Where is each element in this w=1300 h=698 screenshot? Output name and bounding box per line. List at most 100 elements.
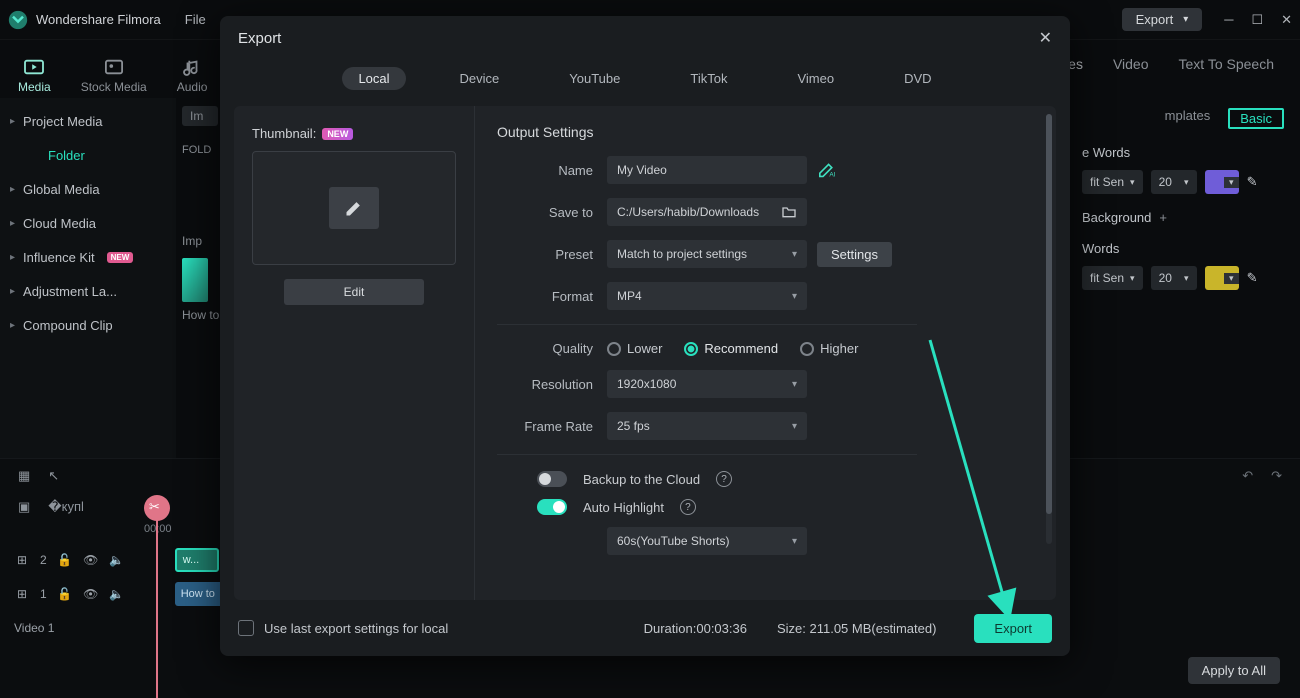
backup-cloud-label: Backup to the Cloud	[583, 472, 700, 487]
divider	[497, 324, 917, 325]
close-icon[interactable]: ✕	[1281, 12, 1292, 28]
tab-device[interactable]: Device	[444, 67, 516, 90]
sidebar-cloud-media[interactable]: ▸Cloud Media	[0, 206, 176, 240]
size-select-1[interactable]: 20▾	[1151, 170, 1197, 194]
tool-marker-icon[interactable]: ▣	[18, 499, 30, 515]
color-swatch-1[interactable]: ▾	[1205, 170, 1239, 194]
dialog-close-icon[interactable]: ✕	[1039, 28, 1052, 48]
export-button[interactable]: Export	[974, 614, 1052, 643]
mute-icon[interactable]: 🔈	[109, 553, 125, 567]
tab-youtube[interactable]: YouTube	[553, 67, 636, 90]
sidebar-compound-clip[interactable]: ▸Compound Clip	[0, 308, 176, 342]
framerate-label: Frame Rate	[497, 419, 607, 434]
use-last-label: Use last export settings for local	[264, 621, 448, 636]
text-track-icon: ⊞	[14, 553, 30, 567]
ai-pencil-icon[interactable]: AI	[817, 162, 837, 178]
auto-highlight-label: Auto Highlight	[583, 500, 664, 515]
backup-cloud-toggle[interactable]	[537, 471, 567, 487]
tab-templates-suffix[interactable]: mplates	[1165, 108, 1211, 129]
name-input[interactable]: My Video	[607, 156, 807, 184]
clip-w[interactable]: w...	[175, 548, 219, 572]
tab-tts[interactable]: Text To Speech	[1179, 56, 1274, 72]
audio-icon	[181, 58, 203, 76]
tab-dvd[interactable]: DVD	[888, 67, 947, 90]
mute-icon[interactable]: 🔈	[109, 587, 125, 601]
tool-link-icon[interactable]: �купl	[48, 499, 84, 515]
font-select-1[interactable]: fit Sen▾	[1082, 170, 1143, 194]
thumb-1[interactable]	[182, 258, 208, 302]
tab-es[interactable]: es	[1068, 56, 1083, 72]
new-badge: NEW	[322, 128, 353, 140]
tool-grid-icon[interactable]: ▦	[18, 468, 30, 484]
format-select[interactable]: MP4▾	[607, 282, 807, 310]
resolution-select[interactable]: 1920x1080▾	[607, 370, 807, 398]
export-top-button[interactable]: Export ▾	[1122, 8, 1203, 31]
tab-local[interactable]: Local	[342, 67, 405, 90]
media-icon	[23, 58, 45, 76]
section-words-2: Words	[1082, 241, 1284, 256]
scrollbar[interactable]	[1046, 114, 1052, 544]
undo-icon[interactable]: ↶	[1242, 468, 1253, 484]
quality-recommend-radio[interactable]: Recommend	[684, 341, 778, 356]
framerate-select[interactable]: 25 fps▾	[607, 412, 807, 440]
nav-audio[interactable]: Audio	[177, 58, 208, 94]
tab-vimeo[interactable]: Vimeo	[781, 67, 850, 90]
auto-highlight-toggle[interactable]	[537, 499, 567, 515]
thumbnail-preview[interactable]	[252, 151, 456, 265]
scissors-icon: ✂	[149, 499, 160, 515]
sidebar-folder[interactable]: Folder	[0, 138, 176, 172]
sidebar-project-media[interactable]: ▸Project Media	[0, 104, 176, 138]
settings-button[interactable]: Settings	[817, 242, 892, 267]
maximize-icon[interactable]: ☐	[1251, 12, 1263, 28]
font-select-2[interactable]: fit Sen▾	[1082, 266, 1143, 290]
saveto-input[interactable]: C:/Users/habib/Downloads	[607, 198, 807, 226]
edit-thumbnail-button[interactable]: Edit	[284, 279, 424, 305]
folder-icon[interactable]	[781, 205, 797, 219]
tab-tiktok[interactable]: TikTok	[674, 67, 743, 90]
apply-to-all-button[interactable]: Apply to All	[1188, 657, 1280, 684]
minimize-icon[interactable]: ─	[1224, 12, 1233, 28]
color-swatch-2[interactable]: ▾	[1205, 266, 1239, 290]
shorts-select[interactable]: 60s(YouTube Shorts)▾	[607, 527, 807, 555]
help-icon[interactable]: ?	[716, 471, 732, 487]
output-settings-title: Output Settings	[497, 124, 1030, 140]
nav-stock-media[interactable]: Stock Media	[81, 58, 147, 94]
help-icon[interactable]: ?	[680, 499, 696, 515]
menu-file[interactable]: File	[185, 12, 206, 27]
tab-video[interactable]: Video	[1113, 56, 1149, 72]
quality-lower-radio[interactable]: Lower	[607, 341, 662, 356]
lock-icon[interactable]: 🔓	[57, 553, 73, 567]
quality-higher-radio[interactable]: Higher	[800, 341, 858, 356]
thumb-label-1: Imp	[182, 234, 224, 248]
tab-basic[interactable]: Basic	[1228, 108, 1284, 129]
sidebar-global-media[interactable]: ▸Global Media	[0, 172, 176, 206]
lock-icon[interactable]: 🔓	[57, 587, 73, 601]
edit-thumbnail-icon	[329, 187, 379, 229]
sidebar-adjustment-layer[interactable]: ▸Adjustment La...	[0, 274, 176, 308]
sidebar-influence-kit[interactable]: ▸Influence KitNEW	[0, 240, 176, 274]
eye-icon[interactable]: 👁	[83, 553, 99, 567]
redo-icon[interactable]: ↷	[1271, 468, 1282, 484]
section-words-1: e Words	[1082, 145, 1284, 160]
eyedropper-icon-2[interactable]: ✎	[1247, 270, 1258, 286]
quality-label: Quality	[497, 341, 607, 356]
playhead[interactable]: ✂	[156, 517, 158, 698]
use-last-checkbox[interactable]	[238, 620, 254, 636]
export-tabs: Local Device YouTube TikTok Vimeo DVD	[220, 60, 1070, 96]
size-select-2[interactable]: 20▾	[1151, 266, 1197, 290]
thumbnail-section: Thumbnail:NEW Edit	[234, 106, 474, 600]
output-settings: Output Settings Name My Video AI Save to…	[474, 106, 1056, 600]
preset-select[interactable]: Match to project settings▾	[607, 240, 807, 268]
eyedropper-icon-1[interactable]: ✎	[1247, 174, 1258, 190]
video-track-icon: ⊞	[14, 587, 30, 601]
name-label: Name	[497, 163, 607, 178]
format-label: Format	[497, 289, 607, 304]
saveto-label: Save to	[497, 205, 607, 220]
tool-cursor-icon[interactable]: ↖	[48, 468, 59, 484]
nav-media[interactable]: Media	[18, 58, 51, 94]
menubar: File	[185, 12, 206, 27]
import-chip[interactable]: Im	[182, 106, 218, 126]
chevron-down-icon: ▾	[1183, 14, 1188, 25]
eye-icon[interactable]: 👁	[83, 587, 99, 601]
resolution-label: Resolution	[497, 377, 607, 392]
